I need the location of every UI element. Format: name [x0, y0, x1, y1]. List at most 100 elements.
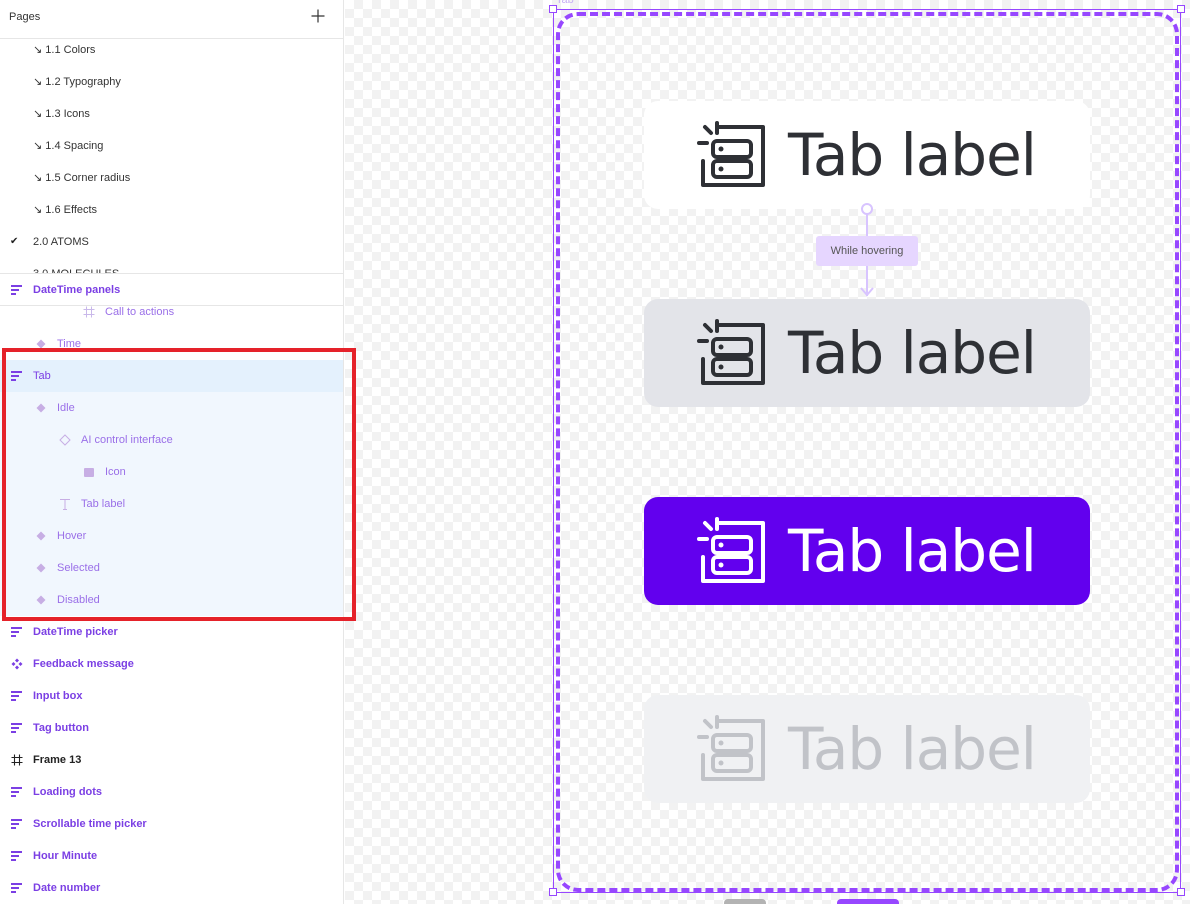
layer-label: Hour Minute: [33, 850, 98, 862]
component-set-label[interactable]: Tab: [556, 0, 574, 6]
tab-label: Tab label: [788, 319, 1037, 387]
component-set-icon: [11, 819, 22, 829]
component-set-icon: [11, 723, 22, 733]
variant-icon: [36, 595, 46, 605]
layer-label: Time: [57, 338, 82, 350]
layer-label: Frame 13: [33, 754, 82, 766]
layer-tag-button[interactable]: Tag button: [0, 712, 343, 744]
page-item-icons[interactable]: ↘ 1.3 Icons: [0, 98, 343, 130]
layer-time[interactable]: Time: [0, 328, 343, 360]
plus-icon[interactable]: [310, 8, 326, 24]
variant-icon: [36, 563, 46, 573]
layer-idle[interactable]: Idle: [0, 392, 343, 424]
resize-handle-bottom-right[interactable]: [1177, 888, 1185, 896]
tab-label: Tab label: [788, 517, 1037, 585]
resize-handle-bottom-left[interactable]: [549, 888, 557, 896]
layer-loading-dots[interactable]: Loading dots: [0, 776, 343, 808]
tab-variant-disabled[interactable]: Tab label: [644, 695, 1090, 803]
page-label: ↘ 1.6 Effects: [33, 204, 98, 216]
variant-icon: [36, 339, 46, 349]
layer-label: Feedback message: [33, 658, 134, 670]
layer-label: Idle: [57, 402, 75, 414]
layer-label: Date number: [33, 882, 101, 894]
page-item-molecules[interactable]: 3.0 MOLECULES: [0, 258, 343, 273]
tab-variant-hover[interactable]: Tab label: [644, 299, 1090, 407]
page-label: 3.0 MOLECULES: [33, 258, 119, 273]
layer-icon[interactable]: Icon: [0, 456, 343, 488]
page-label: ↘ 1.3 Icons: [33, 108, 90, 120]
pages-title: Pages: [9, 11, 41, 23]
layer-disabled[interactable]: Disabled: [0, 584, 343, 616]
page-label: ↘ 1.2 Typography: [33, 76, 121, 88]
tab-label: Tab label: [788, 715, 1037, 783]
layer-label: AI control interface: [81, 434, 173, 446]
layer-label: Tab label: [81, 498, 126, 510]
frame-icon: [11, 754, 23, 766]
page-item-effects[interactable]: ↘ 1.6 Effects: [0, 194, 343, 226]
layer-datetime-picker[interactable]: DateTime picker: [0, 616, 343, 648]
tab-variant-idle[interactable]: Tab label: [644, 101, 1090, 209]
arrow-down-icon: [860, 287, 874, 297]
ai-control-interface-icon: [697, 121, 765, 187]
instance-icon: [59, 434, 71, 446]
layer-ai-control-interface[interactable]: AI control interface: [0, 424, 343, 456]
layer-label: Selected: [57, 562, 100, 574]
layer-tab[interactable]: Tab: [0, 360, 343, 392]
layer-label: Scrollable time picker: [33, 818, 147, 830]
layer-label: Icon: [105, 466, 126, 478]
component-set-icon: [11, 787, 22, 797]
variant-icon: [36, 403, 46, 413]
layer-hover[interactable]: Hover: [0, 520, 343, 552]
layer-feedback-message[interactable]: Feedback message: [0, 648, 343, 680]
page-label: ↘ 1.4 Spacing: [33, 140, 104, 152]
component-set-icon: [11, 627, 22, 637]
layer-selected[interactable]: Selected: [0, 552, 343, 584]
layer-datetime-panels[interactable]: DateTime panels: [0, 274, 343, 306]
page-label: ↘ 1.5 Corner radius: [33, 172, 131, 184]
ai-control-interface-icon: [697, 517, 765, 583]
ai-control-interface-icon: [697, 715, 765, 781]
layer-label: DateTime picker: [33, 626, 118, 638]
page-item-colors[interactable]: ↘ 1.1 Colors: [0, 39, 343, 66]
layer-date-number[interactable]: Date number: [0, 872, 343, 904]
checkmark-icon: ✔: [10, 236, 19, 247]
page-label: ↘ 1.1 Colors: [33, 44, 96, 56]
text-icon: [60, 499, 70, 510]
page-item-spacing[interactable]: ↘ 1.4 Spacing: [0, 130, 343, 162]
page-item-typography[interactable]: ↘ 1.2 Typography: [0, 66, 343, 98]
layer-tab-label[interactable]: Tab label: [0, 488, 343, 520]
layer-label: DateTime panels: [33, 284, 121, 296]
layer-hour-minute[interactable]: Hour Minute: [0, 840, 343, 872]
tab-variant-selected[interactable]: Tab label: [644, 497, 1090, 605]
component-icon: [11, 658, 23, 670]
pages-list: ↘ 1.1 Colors ↘ 1.2 Typography ↘ 1.3 Icon…: [0, 39, 343, 273]
component-set-icon: [11, 285, 22, 295]
component-set-icon: [11, 691, 22, 701]
dimension-badge: [724, 899, 766, 904]
page-label: 2.0 ATOMS: [33, 236, 89, 248]
resize-handle-top-left[interactable]: [549, 5, 557, 13]
component-set-icon: [11, 371, 22, 381]
prototype-connector-origin[interactable]: [861, 203, 873, 215]
component-badge: [837, 899, 899, 904]
layer-frame-13[interactable]: Frame 13: [0, 744, 343, 776]
layer-label: Input box: [33, 690, 83, 702]
layer-label: Tab: [33, 370, 51, 382]
component-set-icon: [11, 851, 22, 861]
layer-label: Hover: [57, 530, 87, 542]
vector-icon: [84, 468, 94, 477]
layer-label: Disabled: [57, 594, 100, 606]
layer-label: Loading dots: [33, 786, 103, 798]
layer-scrollable-time-picker[interactable]: Scrollable time picker: [0, 808, 343, 840]
page-item-atoms[interactable]: ✔ 2.0 ATOMS: [0, 226, 343, 258]
resize-handle-top-right[interactable]: [1177, 5, 1185, 13]
layers-list: DateTime panels Call to actions Time Tab: [0, 274, 343, 904]
layer-input-box[interactable]: Input box: [0, 680, 343, 712]
layers-panel: Pages ↘ 1.1 Colors ↘ 1.2 Typography ↘ 1.…: [0, 0, 344, 904]
page-item-corner-radius[interactable]: ↘ 1.5 Corner radius: [0, 162, 343, 194]
prototype-trigger-label[interactable]: While hovering: [816, 236, 918, 266]
pages-header: Pages: [0, 0, 343, 39]
frame-icon: [83, 306, 95, 318]
layer-label: Tag button: [33, 722, 89, 734]
component-set-icon: [11, 883, 22, 893]
